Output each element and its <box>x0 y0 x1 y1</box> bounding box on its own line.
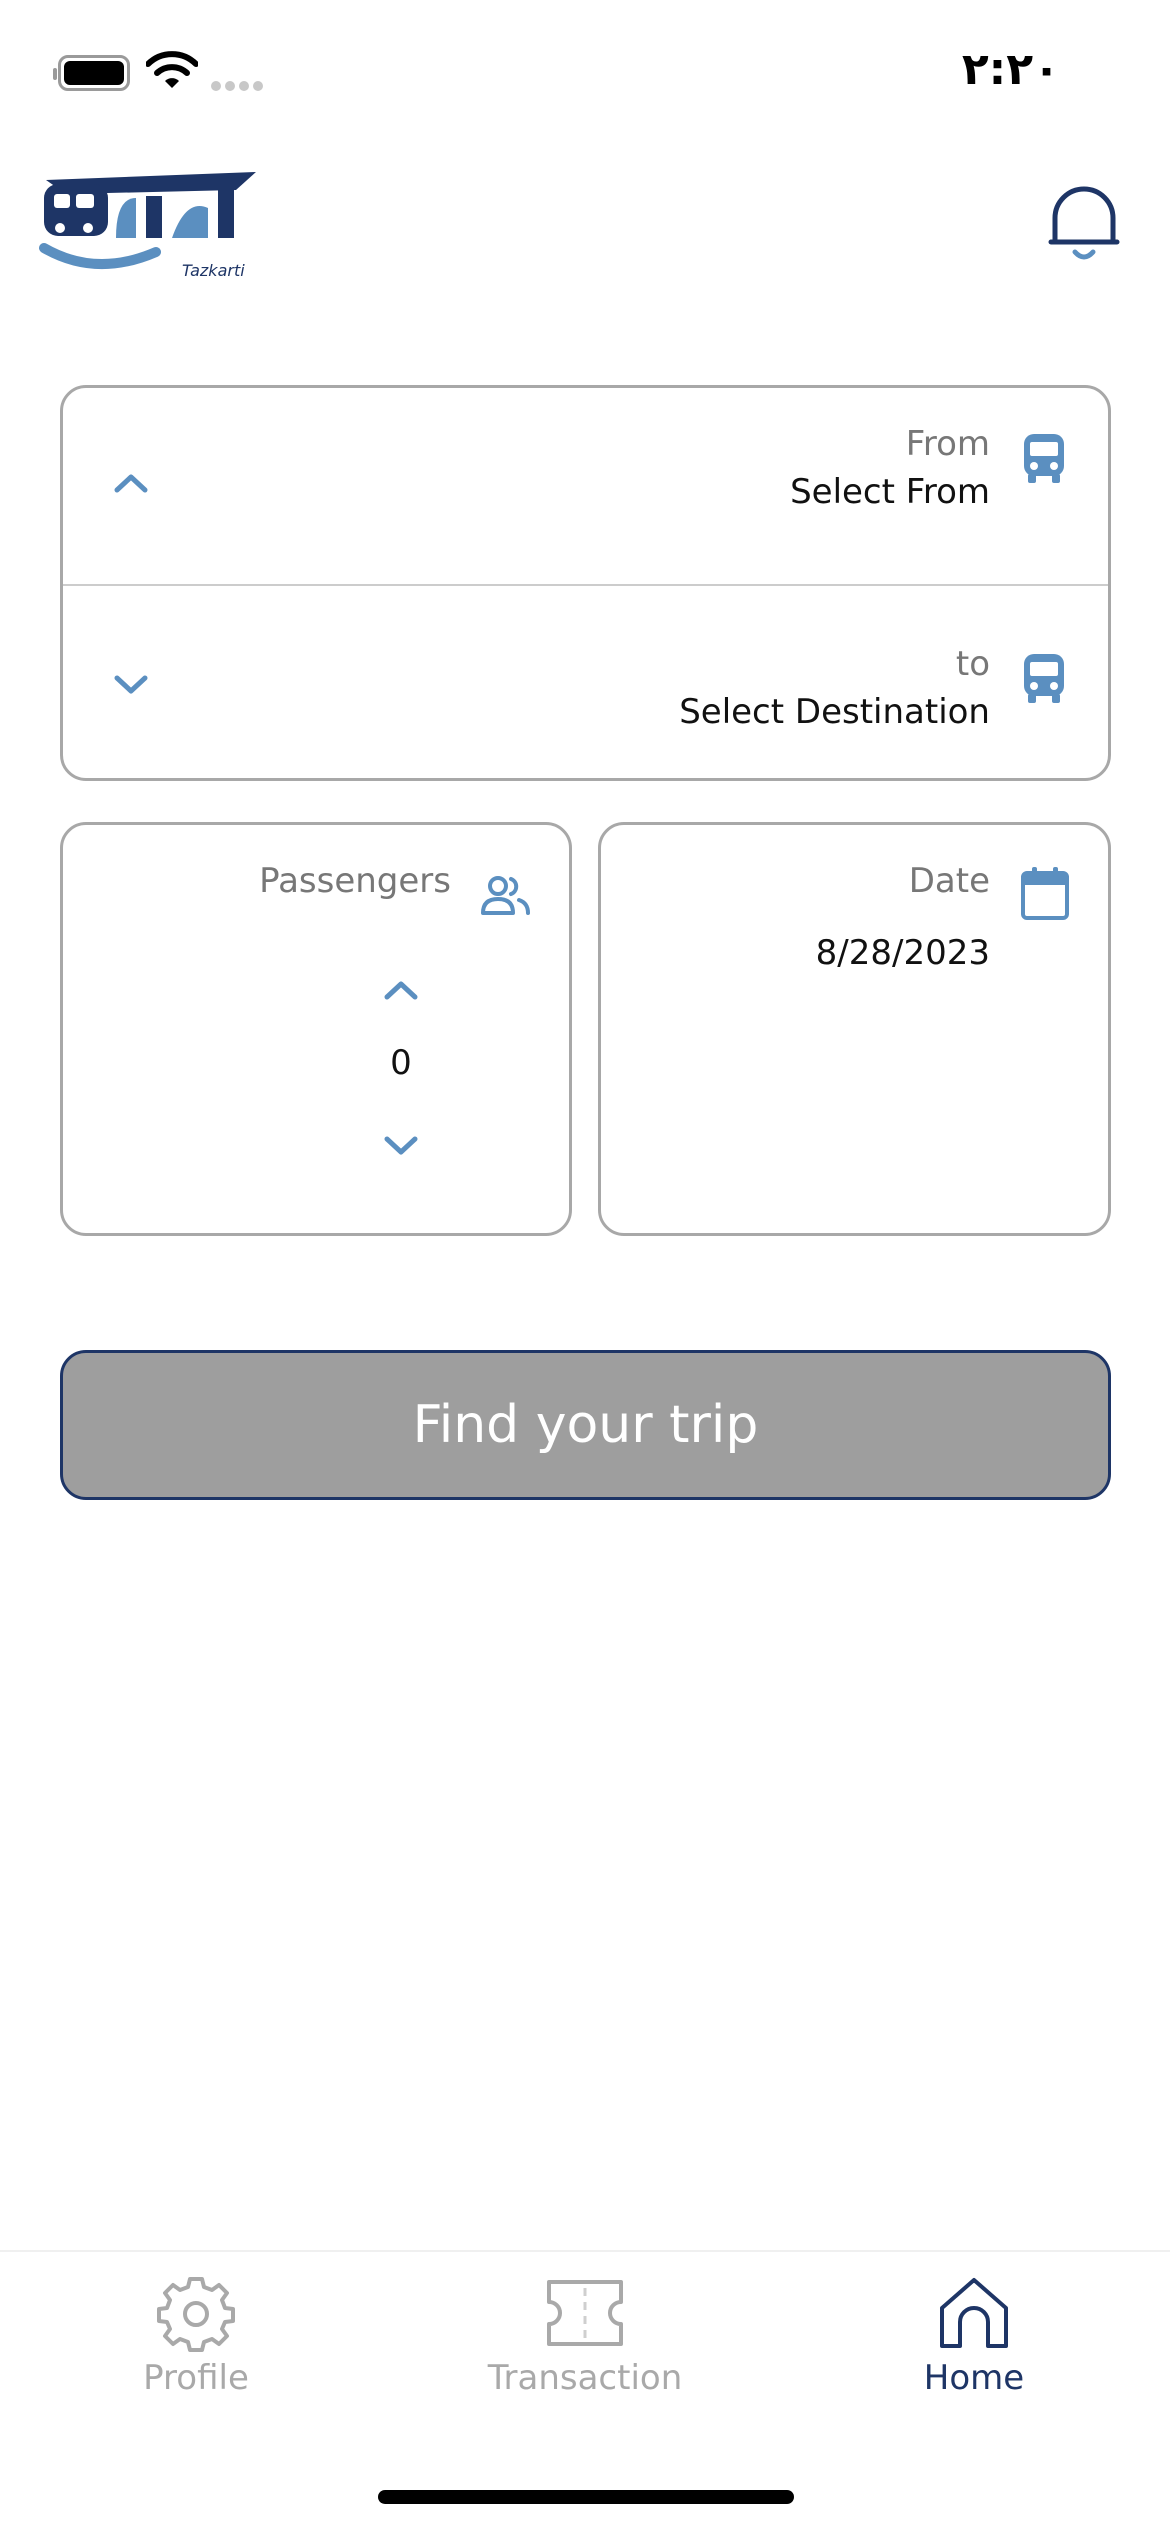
to-value: Select Destination <box>679 692 990 732</box>
chevron-down-icon[interactable] <box>113 674 149 696</box>
find-trip-button[interactable]: Find your trip <box>60 1350 1111 1500</box>
status-bar: ٢:٢٠ <box>0 0 1170 150</box>
tazkarti-logo: Tazkarti <box>39 172 256 280</box>
logo-caption: Tazkarti <box>182 261 245 280</box>
home-icon <box>940 2278 1008 2348</box>
passengers-card: Passengers 0 <box>60 822 572 1236</box>
from-field[interactable]: From Select From <box>63 388 1108 584</box>
gear-icon <box>157 2277 235 2352</box>
passengers-label: Passengers <box>259 861 451 901</box>
bell-icon[interactable] <box>1045 180 1123 266</box>
date-card[interactable]: Date 8/28/2023 <box>598 822 1111 1236</box>
nav-label-home: Home <box>923 2358 1025 2398</box>
bus-icon <box>1024 654 1064 703</box>
passenger-count: 0 <box>390 1043 412 1083</box>
people-icon <box>481 876 530 915</box>
date-value: 8/28/2023 <box>815 933 990 973</box>
from-value: Select From <box>790 472 990 512</box>
nav-label-transaction: Transaction <box>487 2358 683 2398</box>
to-field[interactable]: to Select Destination <box>63 586 1108 782</box>
decrement-passengers-button[interactable] <box>383 1135 419 1157</box>
nav-item-home[interactable]: Home <box>834 2274 1114 2424</box>
chevron-up-icon[interactable] <box>113 472 149 494</box>
to-label: to <box>955 644 990 684</box>
ticket-icon <box>547 2280 623 2346</box>
cellular-signal-icon <box>211 81 263 91</box>
wifi-icon <box>146 51 198 88</box>
route-selector: From Select From to Select Destination <box>60 385 1111 781</box>
date-label: Date <box>908 861 990 901</box>
calendar-icon <box>1021 867 1069 920</box>
nav-item-transaction[interactable]: Transaction <box>445 2274 725 2424</box>
nav-label-profile: Profile <box>143 2358 249 2398</box>
home-screen: ٢:٢٠ Tazkarti From Select From to Select… <box>0 0 1170 2532</box>
from-label: From <box>905 424 990 464</box>
battery-icon <box>53 55 130 91</box>
bus-icon <box>1024 434 1064 483</box>
home-indicator <box>378 2490 794 2504</box>
increment-passengers-button[interactable] <box>383 979 419 1001</box>
status-time: ٢:٢٠ <box>961 44 1060 95</box>
nav-item-profile[interactable]: Profile <box>56 2274 336 2424</box>
